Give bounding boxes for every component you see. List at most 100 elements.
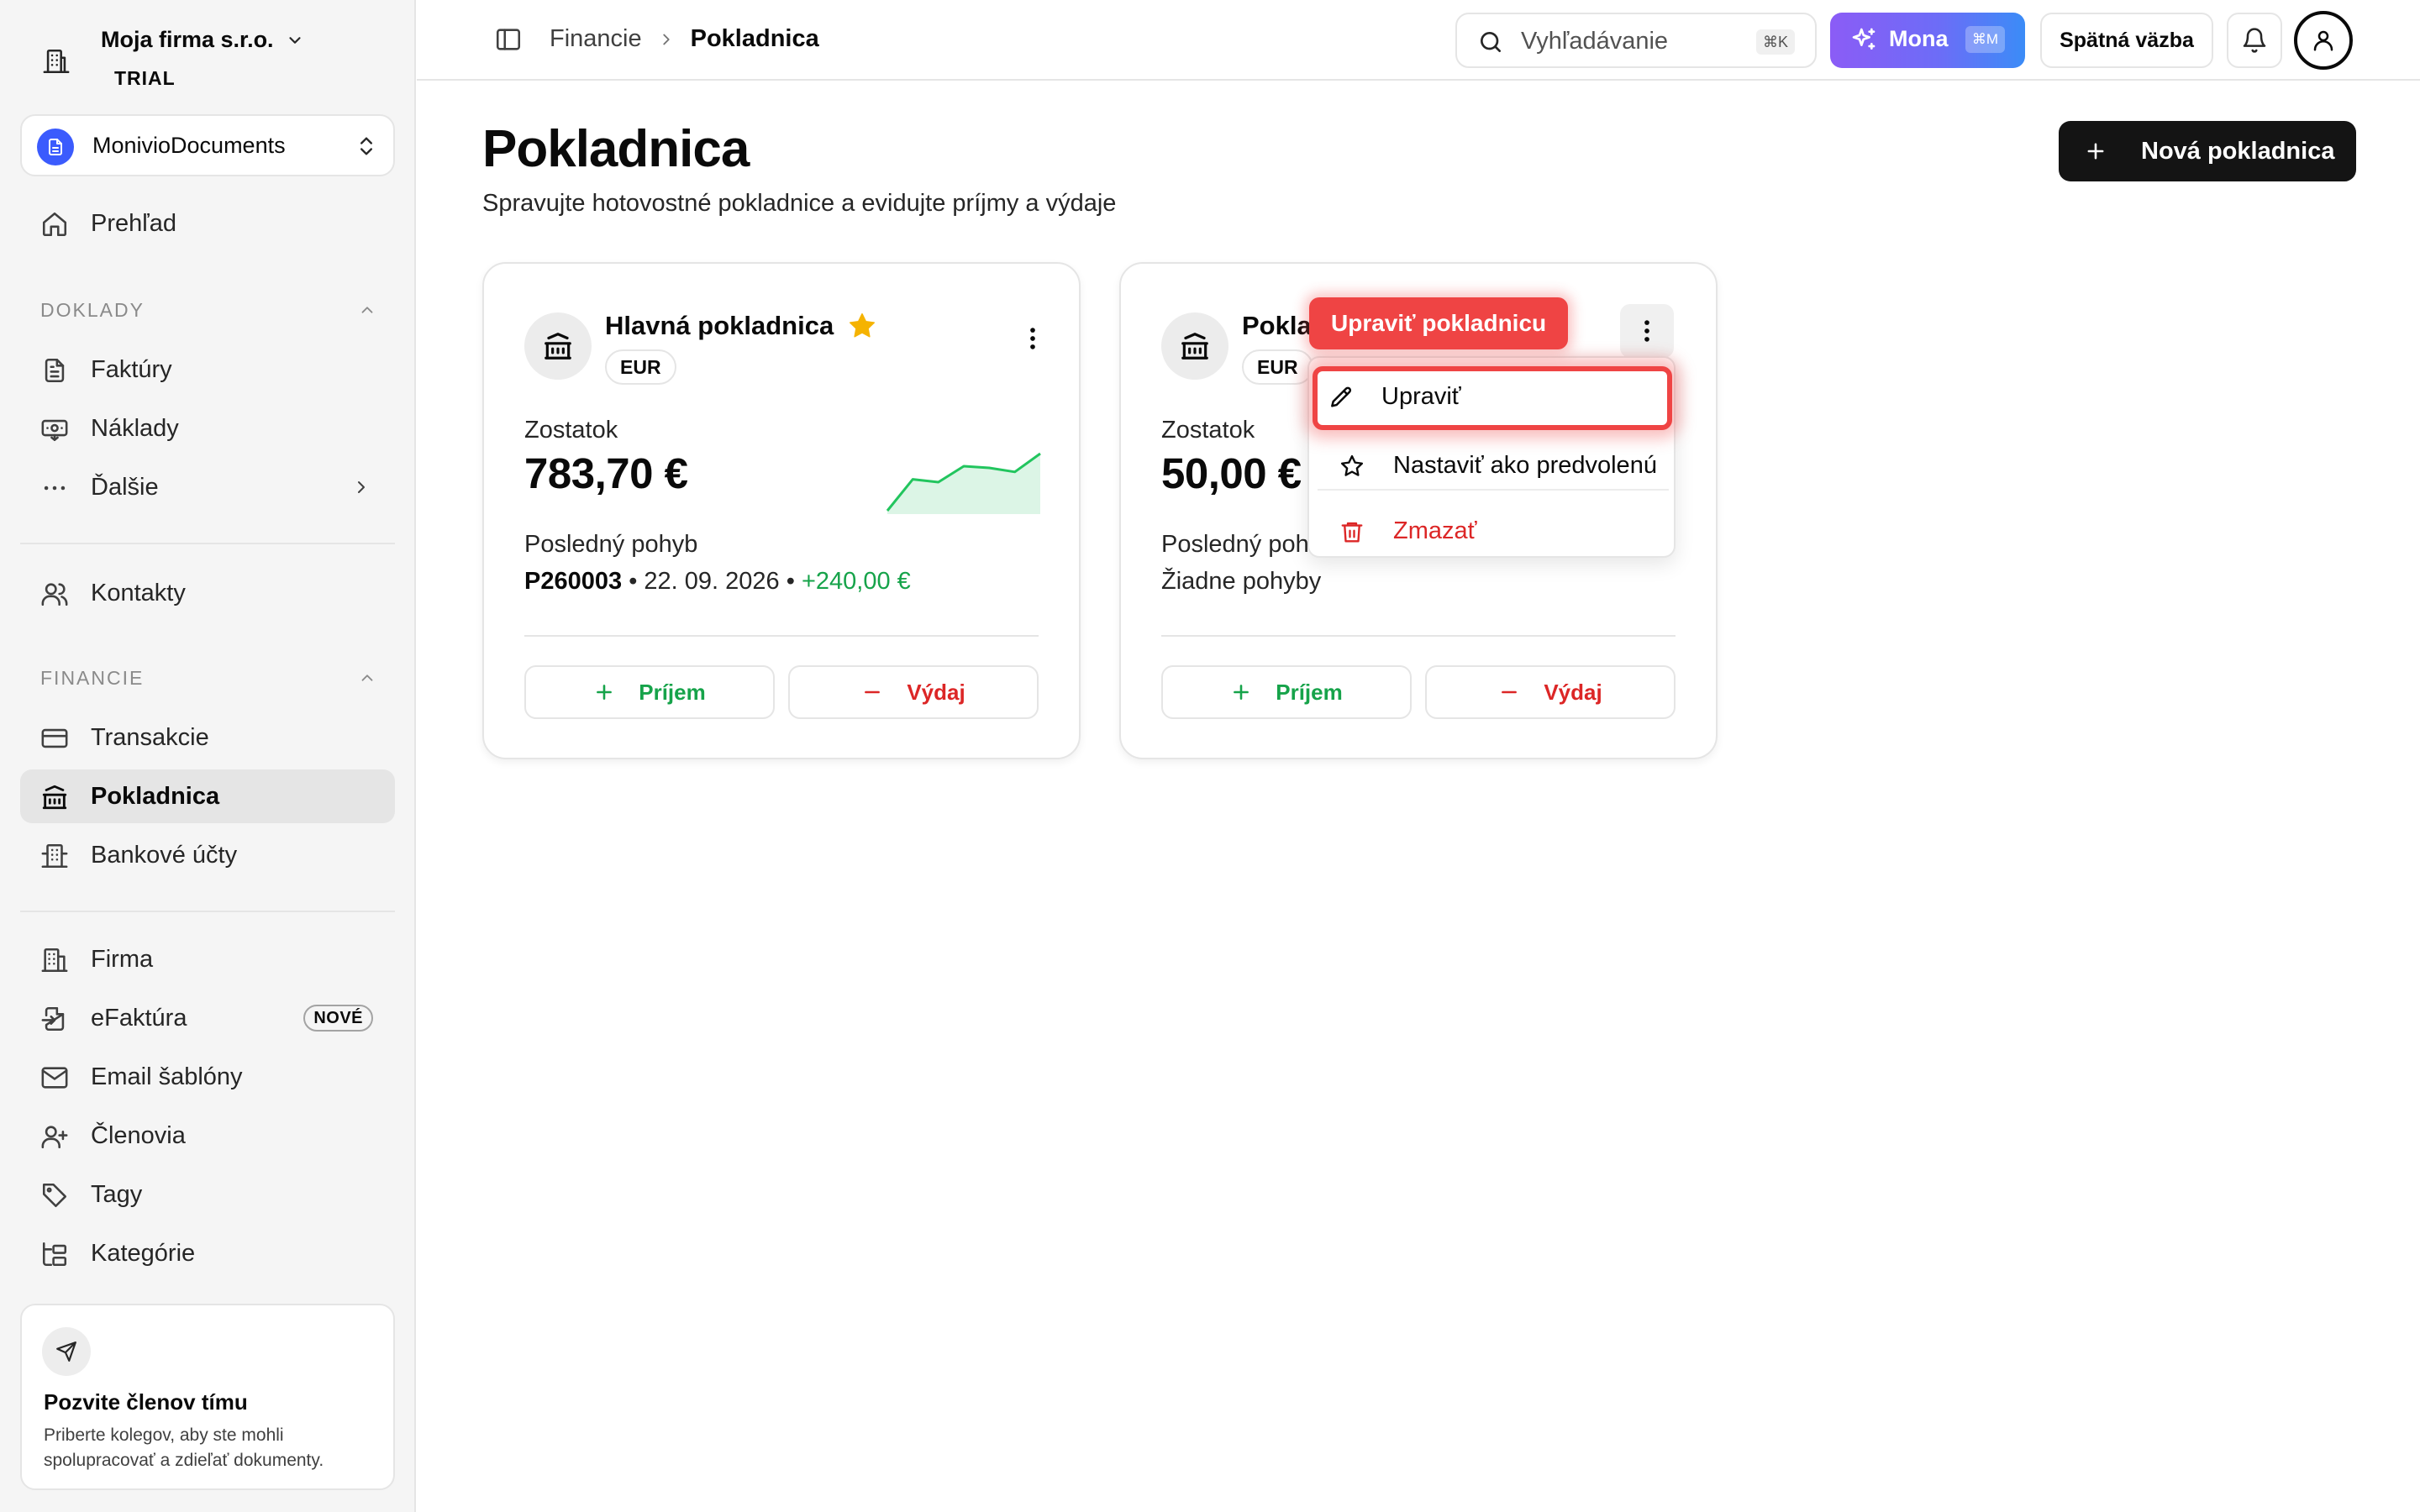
cashbox-title: Pokla	[1242, 311, 1312, 340]
trash-icon	[1339, 519, 1365, 544]
plan-badge: TRIAL	[114, 67, 176, 89]
more-horizontal-icon	[40, 474, 69, 502]
users-icon	[40, 580, 69, 608]
page-title: Pokladnica	[482, 120, 750, 178]
new-cashbox-label: Nová pokladnica	[2141, 138, 2335, 165]
sidebar-item-label: Náklady	[91, 414, 179, 442]
company-switcher[interactable]: Moja firma s.r.o. TRIAL	[37, 22, 390, 97]
mona-button[interactable]: Mona ⌘M	[1830, 13, 2025, 68]
cashbox-card: Hlavná pokladnica EUR Zostatok 783,70 € …	[482, 262, 1081, 759]
new-cashbox-button[interactable]: Nová pokladnica	[2059, 121, 2356, 181]
sidebar-item-invoices[interactable]: Faktúry	[20, 343, 395, 396]
sidebar-item-contacts[interactable]: Kontakty	[20, 566, 395, 620]
sidebar-item-bank-accounts[interactable]: Bankové účty	[20, 828, 395, 882]
search-input[interactable]: Vyhľadávanie ⌘K	[1455, 13, 1817, 68]
sidebar-item-cashbox[interactable]: Pokladnica	[20, 769, 395, 823]
sidebar-item-transactions[interactable]: Transakcie	[20, 711, 395, 764]
income-label: Príjem	[639, 679, 706, 705]
income-button[interactable]: Príjem	[524, 665, 775, 719]
sidebar-item-label: Bankové účty	[91, 841, 238, 869]
last-move-date: 22. 09. 2026	[644, 568, 780, 595]
menu-item-edit[interactable]: Upraviť	[1313, 366, 1672, 430]
last-move-label: Posledný poh	[1161, 531, 1309, 558]
credit-card-icon	[40, 724, 69, 753]
sidebar-item-label: Ďalšie	[91, 473, 159, 501]
search-placeholder: Vyhľadávanie	[1521, 28, 1669, 55]
document-icon	[37, 129, 74, 165]
building-icon	[40, 946, 69, 974]
building-icon	[40, 842, 69, 870]
mail-icon	[40, 1063, 69, 1092]
income-label: Príjem	[1276, 679, 1343, 705]
landmark-icon	[524, 312, 592, 380]
income-button[interactable]: Príjem	[1161, 665, 1412, 719]
cashbox-title: Hlavná pokladnica	[605, 311, 834, 340]
more-vertical-icon	[1641, 317, 1653, 345]
sidebar: Moja firma s.r.o. TRIAL MonivioDocuments…	[0, 0, 416, 1512]
banknote-icon	[40, 415, 69, 444]
notifications-button[interactable]	[2227, 13, 2282, 68]
sidebar-item-expenses[interactable]: Náklady	[20, 402, 395, 455]
search-icon	[1477, 29, 1504, 55]
minus-icon	[1498, 681, 1520, 703]
section-header-financie[interactable]: FINANCIE	[40, 667, 376, 690]
menu-item-delete[interactable]: Zmazať	[1318, 504, 1669, 558]
balance-label: Zostatok	[524, 417, 618, 444]
folder-tree-icon	[40, 1240, 69, 1268]
sidebar-item-company[interactable]: Firma	[20, 932, 395, 986]
user-avatar[interactable]	[2294, 11, 2353, 70]
sidebar-item-more[interactable]: Ďalšie	[20, 460, 395, 514]
plus-icon	[593, 681, 615, 703]
expense-label: Výdaj	[907, 679, 965, 705]
user-plus-icon	[40, 1122, 69, 1151]
sparkles-icon	[1850, 26, 1877, 53]
currency-badge: EUR	[1242, 349, 1313, 385]
sidebar-item-label: Členovia	[91, 1121, 186, 1149]
card-menu-button[interactable]	[1620, 304, 1674, 358]
sidebar-item-label: Pokladnica	[91, 782, 220, 810]
feedback-button[interactable]: Spätná väzba	[2040, 13, 2213, 68]
sidebar-item-label: Firma	[91, 945, 154, 973]
sidebar-item-label: eFaktúra	[91, 1004, 187, 1032]
workspace-select[interactable]: MonivioDocuments	[20, 114, 395, 176]
send-icon	[42, 1327, 91, 1376]
last-move-amount: +240,00 €	[801, 568, 911, 595]
landmark-icon	[40, 783, 69, 811]
balance-label: Zostatok	[1161, 417, 1255, 444]
file-text-icon	[40, 356, 69, 385]
chevron-right-icon	[657, 30, 676, 49]
sidebar-toggle-icon[interactable]	[494, 25, 523, 54]
file-import-icon	[40, 1005, 69, 1033]
breadcrumb-financie[interactable]: Financie	[550, 25, 642, 53]
sidebar-item-label: Email šablóny	[91, 1063, 243, 1090]
more-vertical-icon[interactable]	[1027, 324, 1039, 353]
sidebar-item-email-templates[interactable]: Email šablóny	[20, 1050, 395, 1104]
chevron-down-icon	[286, 31, 304, 50]
expense-label: Výdaj	[1544, 679, 1602, 705]
landmark-icon	[1161, 312, 1228, 380]
invite-text: Priberte kolegov, aby ste mohli spolupra…	[44, 1425, 324, 1470]
currency-badge: EUR	[605, 349, 676, 385]
menu-item-set-default[interactable]: Nastaviť ako predvolenú	[1318, 438, 1669, 492]
sidebar-item-overview[interactable]: Prehľad	[20, 197, 395, 250]
section-header-doklady[interactable]: DOKLADY	[40, 299, 376, 322]
menu-divider	[1318, 489, 1669, 491]
page-subtitle: Spravujte hotovostné pokladnice a eviduj…	[482, 190, 1117, 217]
sidebar-item-tags[interactable]: Tagy	[20, 1168, 395, 1221]
expense-button[interactable]: Výdaj	[1425, 665, 1676, 719]
sidebar-item-label: Faktúry	[91, 355, 172, 383]
expense-button[interactable]: Výdaj	[788, 665, 1039, 719]
bell-icon	[2241, 27, 2268, 54]
sidebar-item-label: Transakcie	[91, 723, 209, 751]
sidebar-item-einvoice[interactable]: eFaktúra NOVÉ	[20, 991, 395, 1045]
sidebar-item-members[interactable]: Členovia	[20, 1109, 395, 1163]
plus-icon	[2084, 139, 2107, 163]
sidebar-divider	[20, 543, 395, 544]
last-move-document[interactable]: P260003	[524, 568, 622, 595]
invite-card[interactable]: Pozvite členov tímu Priberte kolegov, ab…	[20, 1304, 395, 1490]
sidebar-item-label: Tagy	[91, 1180, 143, 1208]
minus-icon	[861, 681, 883, 703]
last-move-none: Žiadne pohyby	[1161, 568, 1322, 595]
sidebar-item-categories[interactable]: Kategórie	[20, 1226, 395, 1280]
sidebar-item-label: Kategórie	[91, 1239, 196, 1267]
